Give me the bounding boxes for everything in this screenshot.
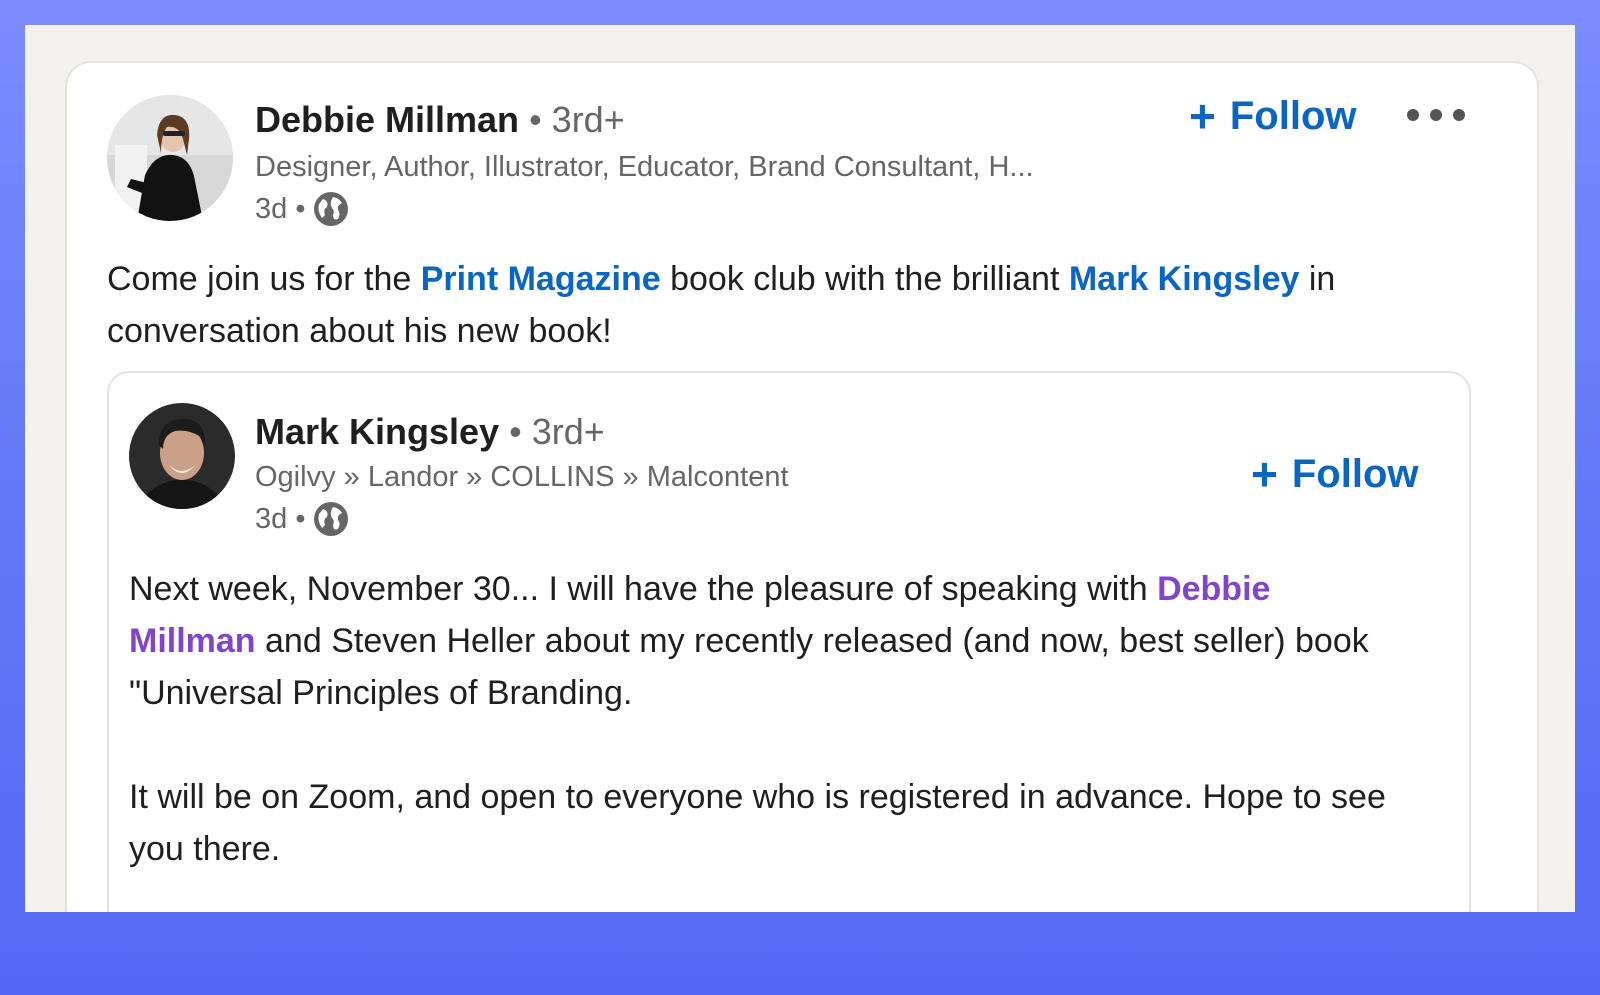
globe-icon (314, 502, 349, 536)
post-text-before: Come join us for the (107, 260, 421, 298)
reshared-author-name-line: Mark Kingsley • 3rd+ (255, 411, 605, 453)
ellipsis-dot (1430, 109, 1442, 121)
ellipsis-icon (1407, 109, 1419, 121)
post-text: Come join us for the Print Magazine book… (107, 253, 1467, 357)
author-name-line: Debbie Millman • 3rd+ (255, 99, 625, 141)
follow-button[interactable]: + Follow (1189, 93, 1357, 139)
plus-icon: + (1189, 90, 1216, 142)
reshared-follow-label: Follow (1291, 451, 1419, 496)
plus-icon: + (1251, 448, 1278, 500)
reshared-post-meta: 3d • (255, 501, 349, 537)
feed-background: Debbie Millman • 3rd+ Designer, Author, … (25, 25, 1575, 912)
reshared-text-before: Next week, November 30... I will have th… (129, 570, 1158, 608)
post-text-middle: book club with the brilliant (660, 260, 1069, 298)
reshared-text-after: and Steven Heller about my recently rele… (129, 622, 1369, 712)
reshared-author-headline: Ogilvy » Landor » COLLINS » Malcontent (255, 461, 789, 493)
ellipsis-dot (1453, 109, 1465, 121)
reshared-author-name[interactable]: Mark Kingsley (255, 411, 499, 452)
feed-post-card: Debbie Millman • 3rd+ Designer, Author, … (65, 61, 1539, 912)
globe-icon (314, 192, 349, 226)
reshared-post[interactable]: Mark Kingsley • 3rd+ Ogilvy » Landor » C… (107, 371, 1471, 912)
author-avatar[interactable] (107, 95, 233, 221)
author-headline: Designer, Author, Illustrator, Educator,… (255, 151, 1034, 183)
mention-print-magazine[interactable]: Print Magazine (421, 260, 661, 298)
mention-mark-kingsley[interactable]: Mark Kingsley (1069, 260, 1300, 298)
reshared-post-text: Next week, November 30... I will have th… (129, 563, 1399, 719)
reshared-follow-button[interactable]: + Follow (1251, 451, 1419, 497)
post-meta: 3d • (255, 191, 349, 227)
reshared-author-avatar[interactable] (129, 403, 235, 509)
reshared-connection-degree: • 3rd+ (509, 411, 605, 452)
reshared-post-time: 3d • (255, 502, 306, 535)
follow-label: Follow (1229, 93, 1357, 138)
post-time: 3d • (255, 192, 306, 225)
author-name[interactable]: Debbie Millman (255, 99, 519, 140)
connection-degree: • 3rd+ (529, 99, 625, 140)
reshared-post-paragraph-2: It will be on Zoom, and open to everyone… (129, 778, 1386, 868)
more-options-button[interactable] (1407, 105, 1465, 125)
